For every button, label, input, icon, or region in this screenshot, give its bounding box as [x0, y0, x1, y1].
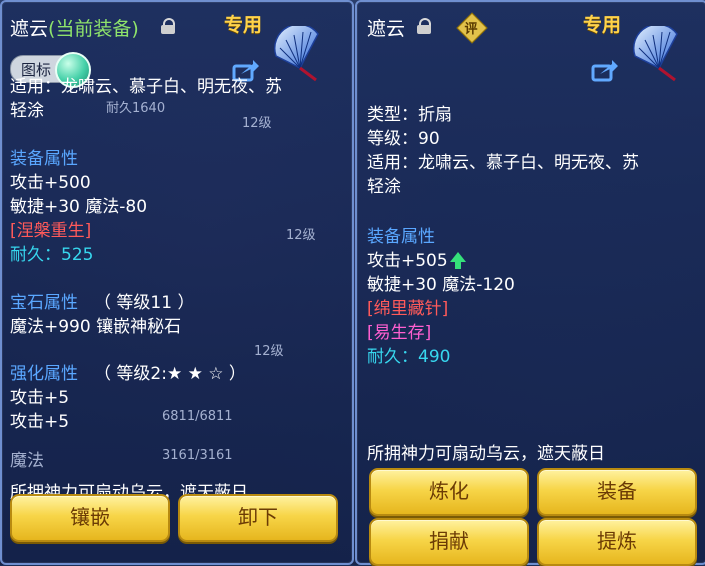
applicable-line-2: 轻涂 [367, 177, 401, 197]
item-level: 等级：90 [367, 129, 440, 149]
extract-button[interactable]: 提炼 [537, 518, 697, 566]
special-effect-1: [绵里藏针] [367, 299, 449, 319]
equipped-status: (当前装备) [48, 18, 139, 40]
exclusive-label: 专用 [224, 14, 263, 36]
gem-level: （ 等级11 ） [94, 293, 195, 313]
attack-stat: 攻击+500 [10, 173, 91, 193]
enhance-level: （ 等级2:★ ★ ☆ ） [94, 364, 246, 384]
donate-button[interactable]: 捐献 [369, 518, 529, 566]
equip-attr-header: 装备属性 [10, 149, 78, 169]
fan-icon [632, 26, 678, 82]
bg-durability: 耐久1640 [106, 101, 166, 116]
bg-mp: 3161/3161 [162, 448, 233, 463]
agility-magic-stat: 敏捷+30 魔法-120 [367, 275, 515, 295]
durability-stat: 耐久：525 [10, 245, 94, 265]
item-name: 遮云 [10, 18, 49, 40]
agility-magic-stat: 敏捷+30 魔法-80 [10, 197, 148, 217]
upgrade-arrow-icon [449, 252, 466, 269]
share-icon[interactable] [591, 58, 619, 82]
applicable-line-2: 轻涂 [10, 101, 44, 121]
attack-stat: 攻击+505 [367, 246, 466, 271]
item-name: 遮云 [367, 18, 406, 40]
panel-title: 遮云(当前装备) [10, 14, 139, 41]
bg-mp-label: 魔法 [10, 451, 44, 471]
attack-value: 攻击+505 [367, 251, 448, 271]
equip-button[interactable]: 装备 [537, 468, 697, 516]
bg-hp: 6811/6811 [162, 409, 233, 424]
lock-icon[interactable] [161, 18, 175, 34]
enhance-attr-header: 强化属性 [10, 364, 78, 384]
bg-level: 12级 [242, 116, 272, 131]
lock-icon[interactable] [417, 18, 431, 34]
unequip-button[interactable]: 卸下 [178, 494, 338, 542]
special-effect: [涅槃重生] [10, 221, 92, 241]
bg-level: 12级 [286, 228, 316, 243]
item-description: 所拥神力可扇动乌云，遮天蔽日 [367, 444, 605, 464]
equip-attr-header: 装备属性 [367, 227, 435, 247]
evaluate-badge-icon[interactable]: 评 [456, 12, 488, 44]
gem-attr-header: 宝石属性 [10, 293, 78, 313]
bg-level: 12级 [254, 344, 284, 359]
durability-stat: 耐久：490 [367, 347, 451, 367]
enhance-attack-1: 攻击+5 [10, 388, 70, 408]
enhance-attack-2: 攻击+5 [10, 412, 70, 432]
gem-value: 魔法+990 镶嵌神秘石 [10, 317, 182, 337]
refine-button[interactable]: 炼化 [369, 468, 529, 516]
panel-title: 遮云 [367, 14, 405, 41]
applicable-line-1: 适用：龙啸云、慕子白、明无夜、苏 [367, 153, 639, 173]
current-equipment-panel: 遮云(当前装备) 专用 图标 适用：龙啸云、慕子白、明无夜、苏 轻涂 耐久164… [0, 0, 354, 565]
applicable-line-1: 适用：龙啸云、慕子白、明无夜、苏 [10, 77, 282, 97]
inlay-button[interactable]: 镶嵌 [10, 494, 170, 542]
evaluate-badge-label: 评 [464, 22, 478, 37]
special-effect-2: [易生存] [367, 323, 432, 343]
item-type: 类型：折扇 [367, 105, 452, 125]
exclusive-label: 专用 [583, 14, 622, 36]
compare-equipment-panel: 遮云 专用 类型：折扇 等级：90 适用：龙啸云、慕子白、明无夜、苏 轻涂 装备… [355, 0, 705, 566]
